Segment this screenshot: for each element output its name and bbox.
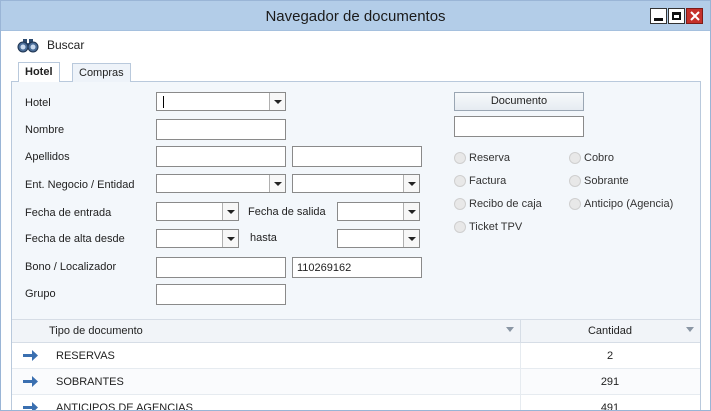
maximize-button[interactable] xyxy=(668,8,685,24)
documento-input[interactable] xyxy=(454,116,584,137)
fecha-entrada-picker[interactable] xyxy=(156,202,239,221)
row-tipo: SOBRANTES xyxy=(56,376,124,388)
radio-sobrante[interactable]: Sobrante xyxy=(569,175,629,187)
row-tipo: RESERVAS xyxy=(56,350,115,362)
arrow-right-icon[interactable] xyxy=(23,350,38,361)
nombre-label: Nombre xyxy=(25,124,65,136)
radio-ticket-tpv[interactable]: Ticket TPV xyxy=(454,221,522,233)
radio-circle-icon[interactable] xyxy=(454,152,466,164)
table-row[interactable]: RESERVAS 2 xyxy=(12,343,700,369)
tab-strip: Hotel Compras xyxy=(11,62,701,83)
fecha-alta-label: Fecha de alta desde xyxy=(25,233,125,245)
radio-circle-icon[interactable] xyxy=(569,198,581,210)
entidad-label: Ent. Negocio / Entidad xyxy=(25,179,135,191)
table-row[interactable]: ANTICIPOS DE AGENCIAS 491 xyxy=(12,395,700,411)
tab-compras[interactable]: Compras xyxy=(72,63,131,82)
fecha-alta-hasta-picker[interactable] xyxy=(337,229,420,248)
hotel-select[interactable] xyxy=(156,92,286,111)
title-bar[interactable]: Navegador de documentos xyxy=(1,1,710,31)
fecha-entrada-label: Fecha de entrada xyxy=(25,207,112,219)
document-browser-window: Navegador de documentos Buscar Hotel Com… xyxy=(0,0,711,411)
filter-icon[interactable] xyxy=(506,327,514,332)
row-cantidad: 2 xyxy=(606,350,614,362)
grupo-input[interactable] xyxy=(156,284,286,305)
radio-anticipo-agencia[interactable]: Anticipo (Agencia) xyxy=(569,198,673,210)
apellido1-input[interactable] xyxy=(156,146,286,167)
tab-hotel[interactable]: Hotel xyxy=(18,62,60,83)
apellidos-label: Apellidos xyxy=(25,151,70,163)
radio-circle-icon[interactable] xyxy=(454,175,466,187)
hotel-label: Hotel xyxy=(25,97,51,109)
row-tipo: ANTICIPOS DE AGENCIAS xyxy=(56,402,193,411)
chevron-down-icon[interactable] xyxy=(222,230,238,247)
search-button[interactable]: Buscar xyxy=(17,37,84,53)
radio-recibo-caja[interactable]: Recibo de caja xyxy=(454,198,542,210)
radio-cobro[interactable]: Cobro xyxy=(569,152,614,164)
column-header-tipo[interactable]: Tipo de documento xyxy=(49,325,143,337)
chevron-down-icon[interactable] xyxy=(269,93,285,110)
radio-reserva[interactable]: Reserva xyxy=(454,152,510,164)
row-cantidad: 291 xyxy=(600,376,620,388)
filter-icon[interactable] xyxy=(686,327,694,332)
localizador-input[interactable] xyxy=(292,257,422,278)
chevron-down-icon[interactable] xyxy=(269,175,285,192)
fecha-alta-desde-picker[interactable] xyxy=(156,229,239,248)
fecha-salida-label: Fecha de salida xyxy=(248,206,326,218)
text-cursor xyxy=(163,96,164,108)
bono-input[interactable] xyxy=(156,257,286,278)
minimize-icon xyxy=(654,18,663,21)
radio-factura[interactable]: Factura xyxy=(454,175,506,187)
fecha-salida-picker[interactable] xyxy=(337,202,420,221)
maximize-icon xyxy=(672,12,681,20)
table-row[interactable]: SOBRANTES 291 xyxy=(12,369,700,395)
nombre-input[interactable] xyxy=(156,119,286,140)
bono-label: Bono / Localizador xyxy=(25,261,117,273)
documento-button[interactable]: Documento xyxy=(454,92,584,111)
binoculars-icon xyxy=(17,39,39,53)
window-title: Navegador de documentos xyxy=(265,8,446,25)
minimize-button[interactable] xyxy=(650,8,667,24)
radio-circle-icon[interactable] xyxy=(454,221,466,233)
chevron-down-icon[interactable] xyxy=(403,203,419,220)
close-button[interactable] xyxy=(686,8,703,24)
grupo-label: Grupo xyxy=(25,288,56,300)
chevron-down-icon[interactable] xyxy=(222,203,238,220)
column-header-cantidad[interactable]: Cantidad xyxy=(520,325,700,337)
radio-circle-icon[interactable] xyxy=(454,198,466,210)
search-filters-panel: Hotel Nombre Apellidos Ent. Negocio / En… xyxy=(11,82,701,319)
toolbar: Buscar xyxy=(1,31,710,59)
hasta-label: hasta xyxy=(250,232,277,244)
close-icon xyxy=(690,11,700,21)
radio-circle-icon[interactable] xyxy=(569,152,581,164)
apellido2-input[interactable] xyxy=(292,146,422,167)
ent-negocio-select[interactable] xyxy=(156,174,286,193)
arrow-right-icon[interactable] xyxy=(23,376,38,387)
arrow-right-icon[interactable] xyxy=(23,402,38,411)
chevron-down-icon[interactable] xyxy=(403,230,419,247)
grid-header: Tipo de documento Cantidad xyxy=(12,319,700,343)
chevron-down-icon[interactable] xyxy=(403,175,419,192)
radio-circle-icon[interactable] xyxy=(569,175,581,187)
entidad-select[interactable] xyxy=(292,174,420,193)
search-label: Buscar xyxy=(47,38,85,52)
results-grid: Tipo de documento Cantidad RESERVAS 2 SO… xyxy=(11,319,701,411)
row-cantidad: 491 xyxy=(600,402,620,411)
